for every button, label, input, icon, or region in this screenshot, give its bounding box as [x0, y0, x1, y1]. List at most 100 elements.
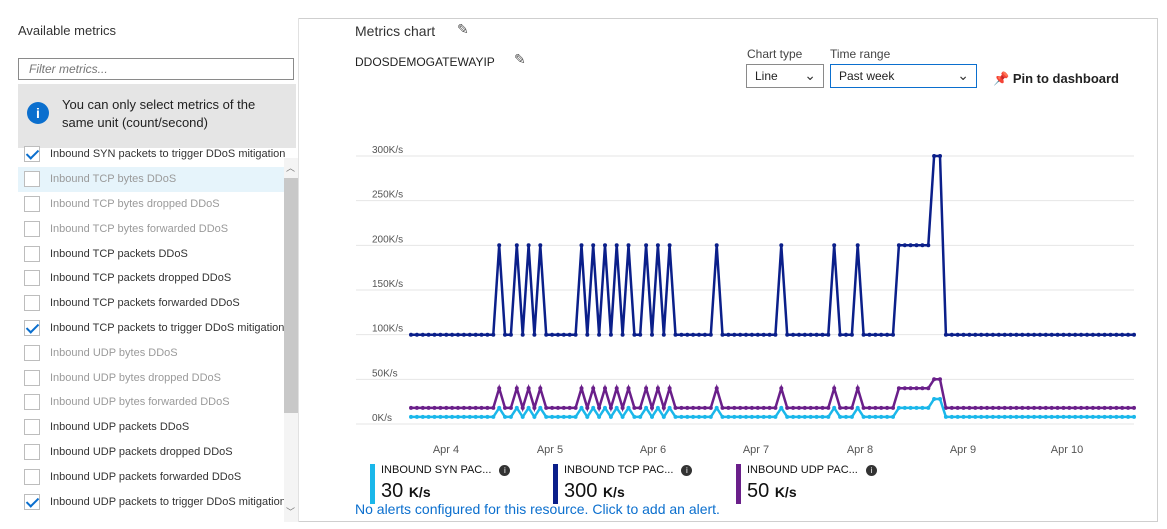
data-point — [585, 332, 590, 337]
metric-list-item[interactable]: Inbound UDP packets dropped DDoS — [18, 440, 290, 465]
metric-list-item[interactable]: Inbound TCP packets dropped DDoS — [18, 266, 290, 291]
metric-list-item[interactable]: Inbound UDP packets DDoS — [18, 415, 290, 440]
legend-item[interactable]: INBOUND TCP PAC... i 300 K/s — [553, 464, 723, 504]
data-point — [1014, 414, 1019, 419]
metric-checkbox[interactable] — [24, 146, 40, 163]
data-point — [426, 405, 431, 410]
metric-checkbox[interactable] — [24, 319, 40, 336]
data-point — [749, 414, 754, 419]
data-point — [820, 405, 825, 410]
metric-checkbox[interactable] — [24, 171, 40, 188]
metric-checkbox[interactable] — [24, 443, 40, 460]
data-point — [444, 332, 449, 337]
metric-checkbox[interactable] — [24, 419, 40, 436]
data-point — [749, 405, 754, 410]
filter-metrics-input[interactable] — [18, 58, 294, 80]
data-point — [797, 405, 801, 410]
add-alert-link[interactable]: No alerts configured for this resource. … — [355, 501, 720, 517]
data-point — [826, 414, 831, 419]
data-point — [1038, 332, 1042, 337]
data-point — [1061, 405, 1066, 410]
data-point — [779, 405, 784, 410]
available-metrics-title: Available metrics — [18, 23, 117, 38]
data-point — [1020, 332, 1025, 337]
data-point — [791, 405, 796, 410]
data-point — [738, 414, 743, 419]
scroll-up-icon[interactable]: ︿ — [286, 161, 295, 174]
data-point — [891, 414, 895, 419]
data-point — [567, 414, 572, 419]
data-point — [1126, 405, 1131, 410]
data-point — [514, 405, 519, 410]
data-point — [832, 386, 837, 391]
data-point — [826, 405, 831, 410]
metric-checkbox[interactable] — [24, 270, 40, 287]
data-point — [520, 332, 525, 337]
metric-list-item[interactable]: Inbound TCP bytes DDoS — [18, 166, 290, 192]
metric-checkbox[interactable] — [24, 344, 40, 361]
info-icon[interactable]: i — [681, 464, 693, 476]
data-point — [444, 414, 449, 419]
data-point — [932, 154, 937, 158]
data-point — [920, 386, 925, 391]
data-point — [879, 405, 884, 410]
metric-list-item[interactable]: Inbound UDP bytes DDoS — [18, 340, 290, 365]
data-point — [967, 414, 972, 419]
data-point — [467, 405, 472, 410]
data-point — [585, 414, 590, 419]
data-point — [1067, 405, 1072, 410]
metric-checkbox[interactable] — [24, 220, 40, 237]
data-point — [591, 243, 596, 248]
info-icon[interactable]: i — [499, 464, 511, 476]
metric-list-item[interactable]: Inbound SYN packets to trigger DDoS miti… — [18, 142, 290, 167]
data-point — [820, 332, 825, 337]
metric-list-item[interactable]: Inbound TCP packets forwarded DDoS — [18, 291, 290, 316]
data-point — [591, 386, 596, 391]
metric-list-item[interactable]: Inbound UDP bytes dropped DDoS — [18, 365, 290, 390]
metric-checkbox[interactable] — [24, 295, 40, 312]
data-point — [914, 386, 919, 391]
data-point — [532, 405, 537, 410]
scroll-down-icon[interactable]: ﹀ — [286, 505, 295, 518]
metric-checkbox[interactable] — [24, 468, 40, 485]
legend-item[interactable]: INBOUND SYN PAC... i 30 K/s — [370, 464, 540, 504]
metric-list-item[interactable]: Inbound TCP packets DDoS — [18, 241, 290, 266]
legend-item[interactable]: INBOUND UDP PAC... i 50 K/s — [736, 464, 906, 504]
metric-list-item[interactable]: Inbound TCP bytes forwarded DDoS — [18, 216, 290, 241]
data-point — [814, 332, 819, 337]
data-point — [632, 332, 637, 337]
data-point — [967, 332, 972, 337]
metric-checkbox[interactable] — [24, 394, 40, 411]
data-point — [1108, 414, 1113, 419]
data-point — [702, 332, 707, 337]
metric-checkbox[interactable] — [24, 493, 40, 510]
metrics-scrollbar[interactable]: ︿ ﹀ — [284, 158, 298, 522]
metric-list-item[interactable]: Inbound TCP bytes dropped DDoS — [18, 192, 290, 217]
data-point — [432, 332, 437, 337]
metric-list-item[interactable]: Inbound UDP bytes forwarded DDoS — [18, 390, 290, 415]
data-point — [573, 414, 578, 419]
data-point — [579, 405, 584, 410]
data-point — [538, 386, 543, 391]
info-icon[interactable]: i — [865, 464, 877, 476]
data-point — [738, 405, 743, 410]
metric-list-item[interactable]: Inbound UDP packets forwarded DDoS — [18, 464, 290, 489]
metric-checkbox[interactable] — [24, 245, 40, 262]
scroll-thumb[interactable] — [284, 178, 298, 413]
data-point — [867, 332, 872, 337]
data-point — [879, 332, 884, 337]
available-metrics-panel: Available metrics i You can only select … — [6, 18, 299, 522]
metric-list-item[interactable]: Inbound UDP packets to trigger DDoS miti… — [18, 489, 290, 514]
data-point — [1073, 414, 1078, 419]
metric-label: Inbound UDP bytes dropped DDoS — [50, 371, 222, 384]
metric-checkbox[interactable] — [24, 195, 40, 212]
metric-list-item[interactable]: Inbound TCP packets to trigger DDoS miti… — [18, 316, 290, 341]
data-point — [1120, 414, 1125, 419]
data-point — [990, 332, 995, 337]
info-banner: i You can only select metrics of the sam… — [18, 84, 296, 148]
data-point — [961, 332, 966, 337]
data-point — [697, 414, 701, 419]
metric-checkbox[interactable] — [24, 369, 40, 386]
data-point — [679, 405, 684, 410]
data-point — [414, 405, 419, 410]
